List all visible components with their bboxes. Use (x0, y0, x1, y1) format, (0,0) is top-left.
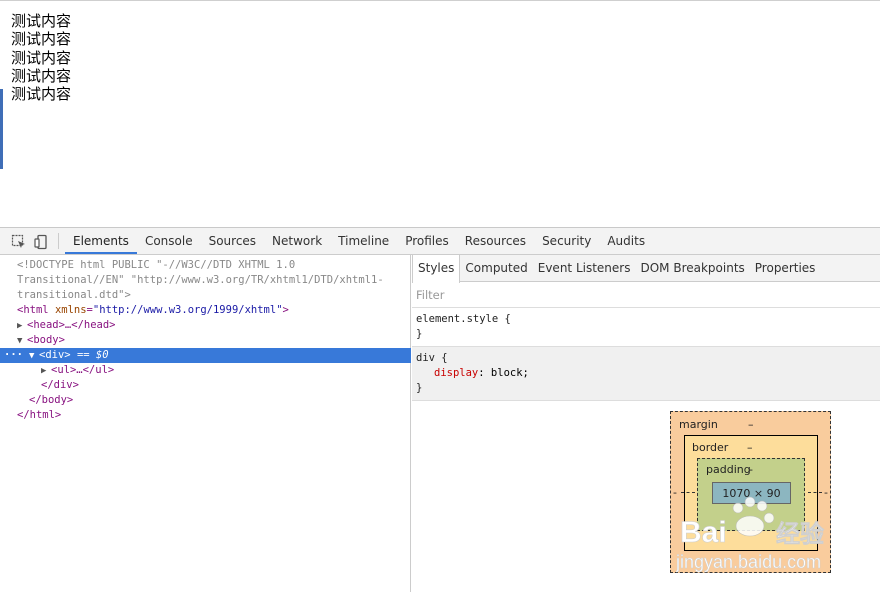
doctype-line[interactable]: Transitional//EN" "http://www.w3.org/TR/… (0, 273, 411, 288)
dom-node-html[interactable]: <html xmlns="http://www.w3.org/1999/xhtm… (0, 303, 411, 318)
tab-console[interactable]: Console (137, 228, 201, 254)
tab-profiles[interactable]: Profiles (397, 228, 457, 254)
tab-security[interactable]: Security (534, 228, 599, 254)
tab-computed[interactable]: Computed (460, 255, 532, 281)
svg-text:经验: 经验 (776, 520, 824, 548)
tag-name: <head>…</head> (27, 319, 116, 331)
dom-node-body-close[interactable]: </body> (0, 393, 411, 408)
rule-close-brace: } (416, 382, 423, 394)
tag-name: </div> (41, 379, 79, 391)
tag-name: </body> (29, 394, 74, 406)
border-label: border (692, 441, 729, 454)
dom-tree: <!DOCTYPE html PUBLIC "-//W3C//DTD XHTML… (0, 255, 411, 592)
tab-elements[interactable]: Elements (65, 228, 137, 254)
content-list: 测试内容 测试内容 测试内容 测试内容 测试内容 (11, 12, 71, 103)
list-item: 测试内容 (11, 66, 72, 85)
tab-dom-breakpoints[interactable]: DOM Breakpoints (635, 255, 749, 281)
tab-resources[interactable]: Resources (457, 228, 534, 254)
rule-selector: element.style { (416, 313, 511, 325)
list-item: 测试内容 (11, 85, 72, 104)
toolbar-divider (58, 233, 59, 249)
doctype-line[interactable]: transitional.dtd"> (0, 288, 411, 303)
attribute-value: "http://www.w3.org/1999/xhtml" (92, 304, 283, 316)
css-colon: : (478, 367, 491, 379)
margin-guide-line (808, 492, 822, 493)
padding-label: padding (706, 463, 751, 476)
tab-timeline[interactable]: Timeline (330, 228, 397, 254)
viewport-edge-accent (0, 89, 3, 169)
expand-triangle-icon[interactable]: ▶ (17, 319, 27, 334)
dom-node-ul[interactable]: ▶ <ul>…</ul> (0, 363, 411, 378)
tab-event-listeners[interactable]: Event Listeners (533, 255, 636, 281)
doctype-line[interactable]: <!DOCTYPE html PUBLIC "-//W3C//DTD XHTML… (0, 258, 411, 273)
margin-guide-line (681, 492, 695, 493)
tab-properties[interactable]: Properties (750, 255, 821, 281)
rule-selector: div { (416, 352, 448, 364)
tab-styles[interactable]: Styles (412, 255, 461, 283)
tab-network[interactable]: Network (264, 228, 330, 254)
svg-text:Bai: Bai (680, 516, 727, 549)
tag-name: <ul>…</ul> (51, 364, 115, 376)
collapse-triangle-icon[interactable]: ▼ (17, 334, 27, 349)
sidebar-tabs: Styles Computed Event Listeners DOM Brea… (412, 255, 880, 283)
css-property-value[interactable]: block; (491, 367, 529, 379)
dom-node-body[interactable]: ▼ <body> (0, 333, 411, 348)
dom-node-div-close[interactable]: </div> (0, 378, 411, 393)
padding-top-value[interactable]: - (749, 463, 753, 476)
selected-node-marker: == $0 (76, 349, 109, 361)
dom-node-head[interactable]: ▶ <head>…</head> (0, 318, 411, 333)
styles-filter-input[interactable] (416, 287, 716, 302)
tag-name: <html (17, 304, 49, 316)
tag-name: <body> (27, 334, 65, 346)
tag-name: <div> (39, 349, 71, 361)
margin-top-value[interactable]: – (748, 418, 754, 431)
svg-text:jingyan.baidu.com: jingyan.baidu.com (676, 552, 821, 572)
user-agent-rule[interactable]: div { display: block; } (412, 347, 880, 401)
inspect-element-icon[interactable] (8, 228, 30, 255)
expand-triangle-icon[interactable]: ▶ (41, 364, 51, 379)
element-style-rule[interactable]: element.style { } (412, 308, 880, 347)
collapse-triangle-icon[interactable]: ▼ (29, 349, 39, 364)
device-mode-icon[interactable] (30, 228, 52, 255)
dom-node-html-close[interactable]: </html> (0, 408, 411, 423)
tab-sources[interactable]: Sources (201, 228, 264, 254)
tab-audits[interactable]: Audits (599, 228, 653, 254)
tag-name: </html> (17, 409, 62, 421)
border-top-value[interactable]: – (747, 441, 753, 454)
rule-close-brace: } (416, 328, 423, 340)
list-item: 测试内容 (11, 12, 72, 30)
attribute-name: xmlns (54, 304, 87, 316)
list-item: 测试内容 (11, 30, 72, 49)
tag-end: > (282, 304, 289, 316)
more-options-icon[interactable]: ··· (4, 348, 23, 363)
devtools-toolbar: Elements Console Sources Network Timelin… (0, 228, 880, 255)
filter-row (412, 282, 880, 308)
page-viewport: 测试内容 测试内容 测试内容 测试内容 测试内容 (0, 0, 880, 227)
list-item: 测试内容 (11, 48, 72, 67)
margin-label: margin (679, 418, 718, 431)
baidu-jingyan-watermark: Bai 经验 jingyan.baidu.com (675, 494, 876, 574)
css-property-name[interactable]: display (434, 367, 478, 379)
dom-node-div-selected[interactable]: ··· ▼ <div> == $0 (0, 348, 411, 363)
